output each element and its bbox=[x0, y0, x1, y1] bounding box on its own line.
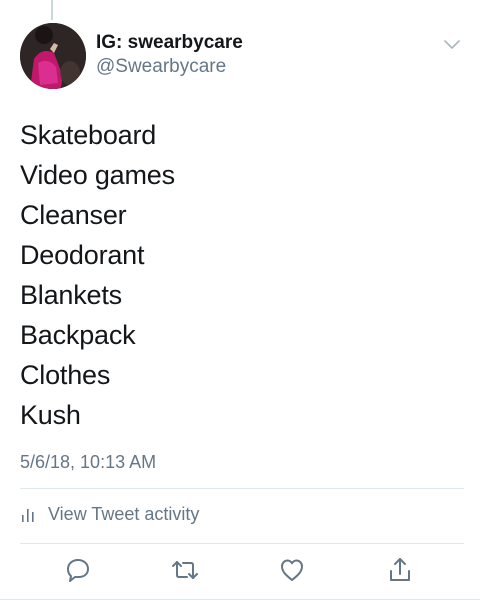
thread-connector-line bbox=[51, 0, 53, 20]
chevron-down-icon[interactable] bbox=[442, 38, 462, 52]
view-tweet-activity-label: View Tweet activity bbox=[48, 504, 200, 524]
retweet-icon bbox=[172, 561, 198, 579]
tweet-text-line: Clothes bbox=[20, 360, 111, 390]
tweet-text: Skateboard Video games Cleanser Deodoran… bbox=[20, 115, 175, 435]
tweet-text-line: Cleanser bbox=[20, 200, 127, 230]
divider bbox=[20, 543, 464, 544]
retweet-button[interactable] bbox=[170, 555, 200, 585]
tweet-text-line: Blankets bbox=[20, 280, 122, 310]
avatar-photo bbox=[20, 23, 86, 89]
bar-chart-icon bbox=[20, 507, 36, 523]
tweet-action-bar bbox=[0, 555, 480, 589]
view-tweet-activity-link[interactable]: View Tweet activity bbox=[20, 504, 199, 525]
reply-button[interactable] bbox=[63, 555, 93, 585]
share-button[interactable] bbox=[385, 555, 415, 585]
heart-icon bbox=[281, 559, 303, 581]
reply-icon bbox=[67, 559, 89, 582]
tweet-text-line: Video games bbox=[20, 160, 175, 190]
tweet-author[interactable]: IG: swearbycare @Swearbycare bbox=[96, 32, 243, 79]
share-icon bbox=[390, 558, 410, 581]
avatar[interactable] bbox=[20, 23, 86, 89]
author-display-name[interactable]: IG: swearbycare bbox=[96, 32, 243, 55]
tweet-text-line: Deodorant bbox=[20, 240, 145, 270]
like-button[interactable] bbox=[277, 555, 307, 585]
tweet-text-line: Backpack bbox=[20, 320, 136, 350]
tweet-text-line: Kush bbox=[20, 400, 81, 430]
author-handle[interactable]: @Swearbycare bbox=[96, 56, 243, 79]
tweet-text-line: Skateboard bbox=[20, 120, 157, 150]
tweet-timestamp[interactable]: 5/6/18, 10:13 AM bbox=[20, 452, 156, 473]
divider bbox=[20, 488, 464, 489]
